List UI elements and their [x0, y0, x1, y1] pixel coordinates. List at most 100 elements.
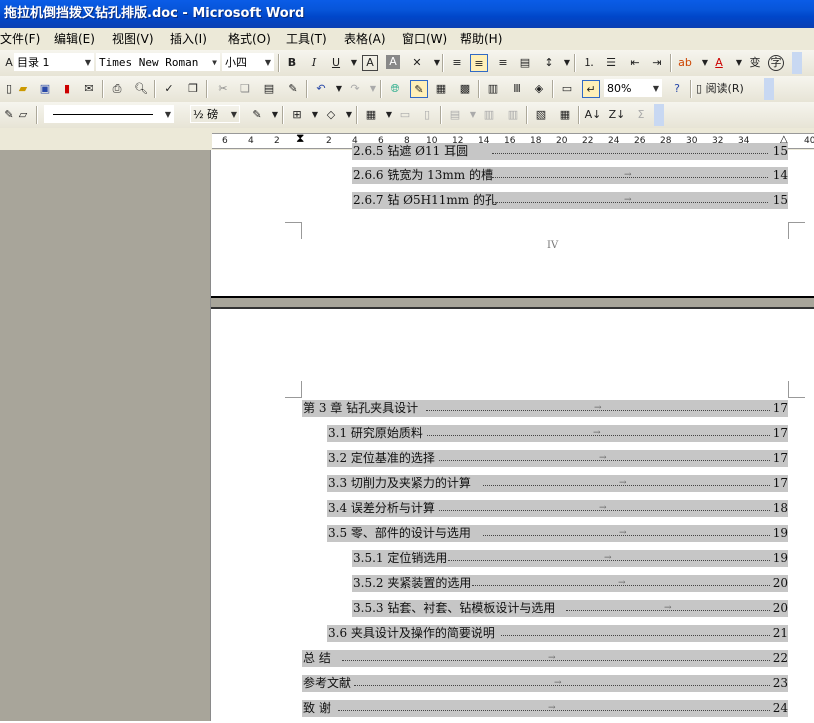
print-icon[interactable]: ⎙: [108, 80, 126, 98]
tables-borders-icon[interactable]: ✎: [410, 80, 428, 98]
document-page[interactable]: 第 3 章 钻孔夹具设计 → 17 3.1 研究原始质料 → 17 3.2 定位…: [211, 307, 814, 723]
sort-descending-icon[interactable]: Z↓: [608, 106, 626, 124]
toolbar-options-icon[interactable]: [654, 104, 664, 126]
toc-entry[interactable]: 3.3 切削力及夹紧力的计算 → 17: [327, 475, 788, 492]
toc-entry[interactable]: 3.4 误差分析与计算 → 18: [327, 500, 788, 517]
toc-entry[interactable]: 3.5.3 钻套、衬套、钻模板设计与选用 → 20: [352, 600, 788, 617]
permission-icon[interactable]: ▮: [58, 80, 76, 98]
toc-entry[interactable]: 2.6.6 铣宽为 13mm 的槽 → 14: [352, 167, 788, 184]
shading-color-icon[interactable]: ◇: [322, 106, 340, 124]
copy-icon[interactable]: ❏: [236, 80, 254, 98]
underline-dropdown-icon[interactable]: ▼: [345, 54, 363, 72]
menu-view[interactable]: 视图(V): [112, 28, 154, 50]
read-mode-button[interactable]: ▯ 阅读(R): [696, 80, 756, 98]
line-weight-combo[interactable]: ½ 磅 ▼: [190, 105, 240, 123]
format-painter-icon[interactable]: ✎: [284, 80, 302, 98]
menu-window[interactable]: 窗口(W): [402, 28, 447, 50]
toc-entry[interactable]: 2.6.7 钻 Ø5H11mm 的孔 → 15: [352, 192, 788, 209]
menu-table[interactable]: 表格(A): [344, 28, 386, 50]
zoom-combo[interactable]: 80% ▼: [604, 79, 662, 97]
bold-icon[interactable]: B: [283, 54, 301, 72]
redo-icon[interactable]: ↷: [346, 80, 364, 98]
font-combo[interactable]: Times New Roman ▼: [96, 53, 220, 71]
phonetic-guide-icon[interactable]: 变: [746, 54, 764, 72]
open-folder-icon[interactable]: ▰: [14, 80, 32, 98]
email-icon[interactable]: ✉: [80, 80, 98, 98]
paste-icon[interactable]: ▤: [260, 80, 278, 98]
toc-entry-text: 2.6.5 钻遮 Ø11 耳圆: [353, 143, 471, 160]
sort-ascending-icon[interactable]: A↓: [584, 106, 602, 124]
toc-entry[interactable]: 致 谢 → 24: [302, 700, 788, 717]
toc-entry[interactable]: 3.5.2 夹紧装置的选用 → 20: [352, 575, 788, 592]
merge-cells-icon[interactable]: ▭: [396, 106, 414, 124]
cut-icon[interactable]: ✂: [214, 80, 232, 98]
undo-icon[interactable]: ↶: [312, 80, 330, 98]
border-color-icon[interactable]: ✎: [248, 106, 266, 124]
spelling-icon[interactable]: ✓: [160, 80, 178, 98]
table-grid-icon[interactable]: ▦: [556, 106, 574, 124]
underline-icon[interactable]: U: [327, 54, 345, 72]
eraser-icon[interactable]: ▱: [14, 106, 32, 124]
toc-entry[interactable]: 3.2 定位基准的选择 → 17: [327, 450, 788, 467]
show-hide-marks-icon[interactable]: ↵: [582, 80, 600, 98]
document-map-2-icon[interactable]: ▭: [558, 80, 576, 98]
toc-page-number: 20: [770, 600, 788, 617]
align-cell-icon[interactable]: ▤: [446, 106, 464, 124]
toc-page-number: 24: [770, 700, 788, 717]
hyperlink-icon[interactable]: 🌐︎: [386, 80, 404, 98]
toc-entry[interactable]: 参考文献 → 23: [302, 675, 788, 692]
menu-edit[interactable]: 编辑(E): [54, 28, 95, 50]
research-icon[interactable]: ❐: [184, 80, 202, 98]
decrease-indent-icon[interactable]: ⇤: [626, 54, 644, 72]
drawing-icon[interactable]: Ⅲ: [508, 80, 526, 98]
save-icon[interactable]: ▣: [36, 80, 54, 98]
font-color-icon[interactable]: A: [710, 54, 728, 72]
toc-entry[interactable]: 3.5.1 定位销选用 → 19: [352, 550, 788, 567]
split-cells-icon[interactable]: ▯: [418, 106, 436, 124]
align-right-icon[interactable]: ≡: [494, 54, 512, 72]
toolbar-options-icon[interactable]: [792, 52, 802, 74]
numbering-icon[interactable]: ⒈: [580, 54, 598, 72]
toc-entry[interactable]: 3.6 夹具设计及操作的简要说明 21: [327, 625, 788, 642]
line-style-combo[interactable]: ▼: [44, 105, 174, 123]
toc-entry[interactable]: 2.6.5 钻遮 Ø11 耳圆 15: [352, 143, 788, 160]
borders-icon[interactable]: ⊞: [288, 106, 306, 124]
document-map-icon[interactable]: ◈: [530, 80, 548, 98]
toc-entry[interactable]: 3.5 零、部件的设计与选用 → 19: [327, 525, 788, 542]
autosum-icon[interactable]: Σ: [632, 106, 650, 124]
distribute-rows-icon[interactable]: ▥: [480, 106, 498, 124]
char-border-icon[interactable]: A: [362, 55, 378, 71]
justify-icon[interactable]: ≡: [448, 54, 466, 72]
insert-excel-icon[interactable]: ▩: [456, 80, 474, 98]
menu-insert[interactable]: 插入(I): [170, 28, 207, 50]
menu-help[interactable]: 帮助(H): [460, 28, 502, 50]
menu-format[interactable]: 格式(O): [228, 28, 271, 50]
font-size-combo[interactable]: 小四 ▼: [222, 53, 274, 71]
print-preview-icon[interactable]: 🔍︎: [132, 80, 150, 98]
char-scale-icon[interactable]: ✕: [408, 54, 426, 72]
line-spacing-icon[interactable]: ↕: [540, 54, 558, 72]
italic-icon[interactable]: I: [305, 54, 323, 72]
toc-entry[interactable]: 总 结 → 22: [302, 650, 788, 667]
align-center-icon[interactable]: ≡: [470, 54, 488, 72]
indent-marker-icon[interactable]: ⧗: [296, 131, 304, 146]
document-page[interactable]: 2.6.5 钻遮 Ø11 耳圆 15 2.6.6 铣宽为 13mm 的槽 → 1…: [211, 143, 814, 296]
toc-entry[interactable]: 第 3 章 钻孔夹具设计 → 17: [302, 400, 788, 417]
toc-entry[interactable]: 3.1 研究原始质料 → 17: [327, 425, 788, 442]
insert-table-icon[interactable]: ▦: [432, 80, 450, 98]
distributed-icon[interactable]: ▤: [516, 54, 534, 72]
highlight-icon[interactable]: ab: [676, 54, 694, 72]
increase-indent-icon[interactable]: ⇥: [648, 54, 666, 72]
menu-tools[interactable]: 工具(T): [286, 28, 327, 50]
autoformat-icon[interactable]: ▧: [532, 106, 550, 124]
distribute-cols-icon[interactable]: ▥: [504, 106, 522, 124]
menu-file[interactable]: 文件(F): [0, 28, 40, 50]
toolbar-options-icon[interactable]: [764, 78, 774, 100]
help-icon[interactable]: ?: [668, 80, 686, 98]
columns-icon[interactable]: ▥: [484, 80, 502, 98]
style-combo[interactable]: 目录 1 ▼: [14, 53, 94, 71]
insert-table-2-icon[interactable]: ▦: [362, 106, 380, 124]
bullets-icon[interactable]: ☰: [602, 54, 620, 72]
char-shading-icon[interactable]: A: [386, 55, 400, 69]
enclose-char-icon[interactable]: 字: [768, 55, 784, 71]
